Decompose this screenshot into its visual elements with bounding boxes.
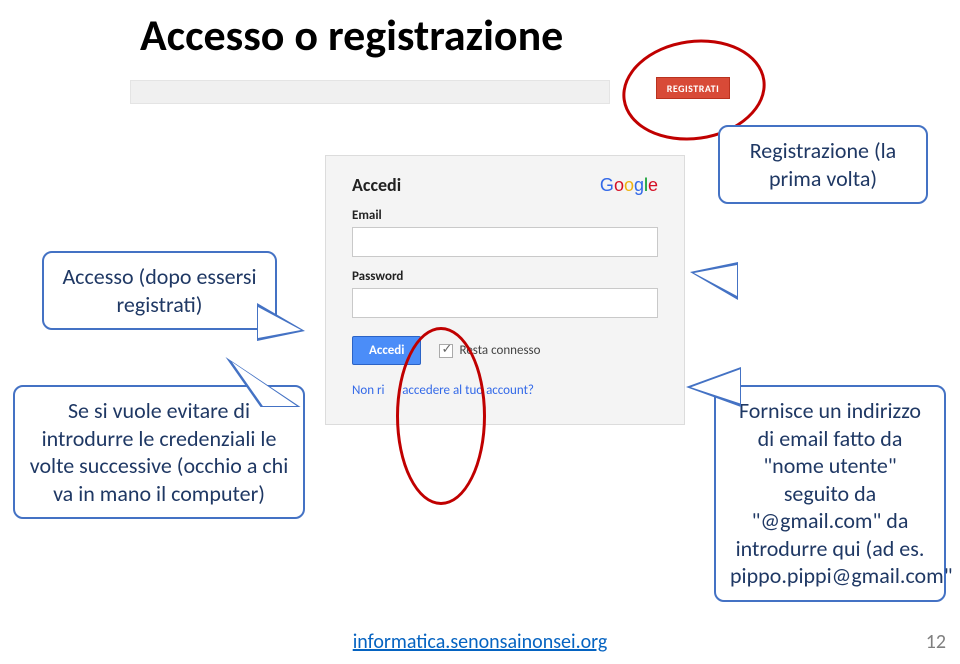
callout-access: Accesso (dopo essersi registrati) — [42, 251, 277, 330]
callout-credentials: Se si vuole evitare di introdurre le cre… — [13, 385, 305, 519]
annotation-circle-signin — [396, 327, 486, 505]
footer: informatica.senonsainonsei.org — [0, 630, 960, 654]
page-number: 12 — [926, 630, 946, 654]
google-logo: Google — [600, 175, 658, 196]
callout-registration: Registrazione (la prima volta) — [718, 125, 928, 204]
page-title: Accesso o registrazione — [140, 8, 563, 62]
email-field[interactable] — [352, 227, 658, 257]
password-field[interactable] — [352, 288, 658, 318]
login-card: Accedi Google Email Password Accedi Rest… — [325, 155, 685, 425]
search-bar-placeholder-graphic — [130, 80, 610, 104]
email-label: Email — [352, 208, 658, 223]
password-label: Password — [352, 269, 658, 284]
callout-gmail: Fornisce un indirizzo di email fatto da … — [714, 385, 946, 602]
login-heading: Accedi — [352, 174, 401, 196]
footer-link[interactable]: informatica.senonsainonsei.org — [353, 630, 608, 654]
